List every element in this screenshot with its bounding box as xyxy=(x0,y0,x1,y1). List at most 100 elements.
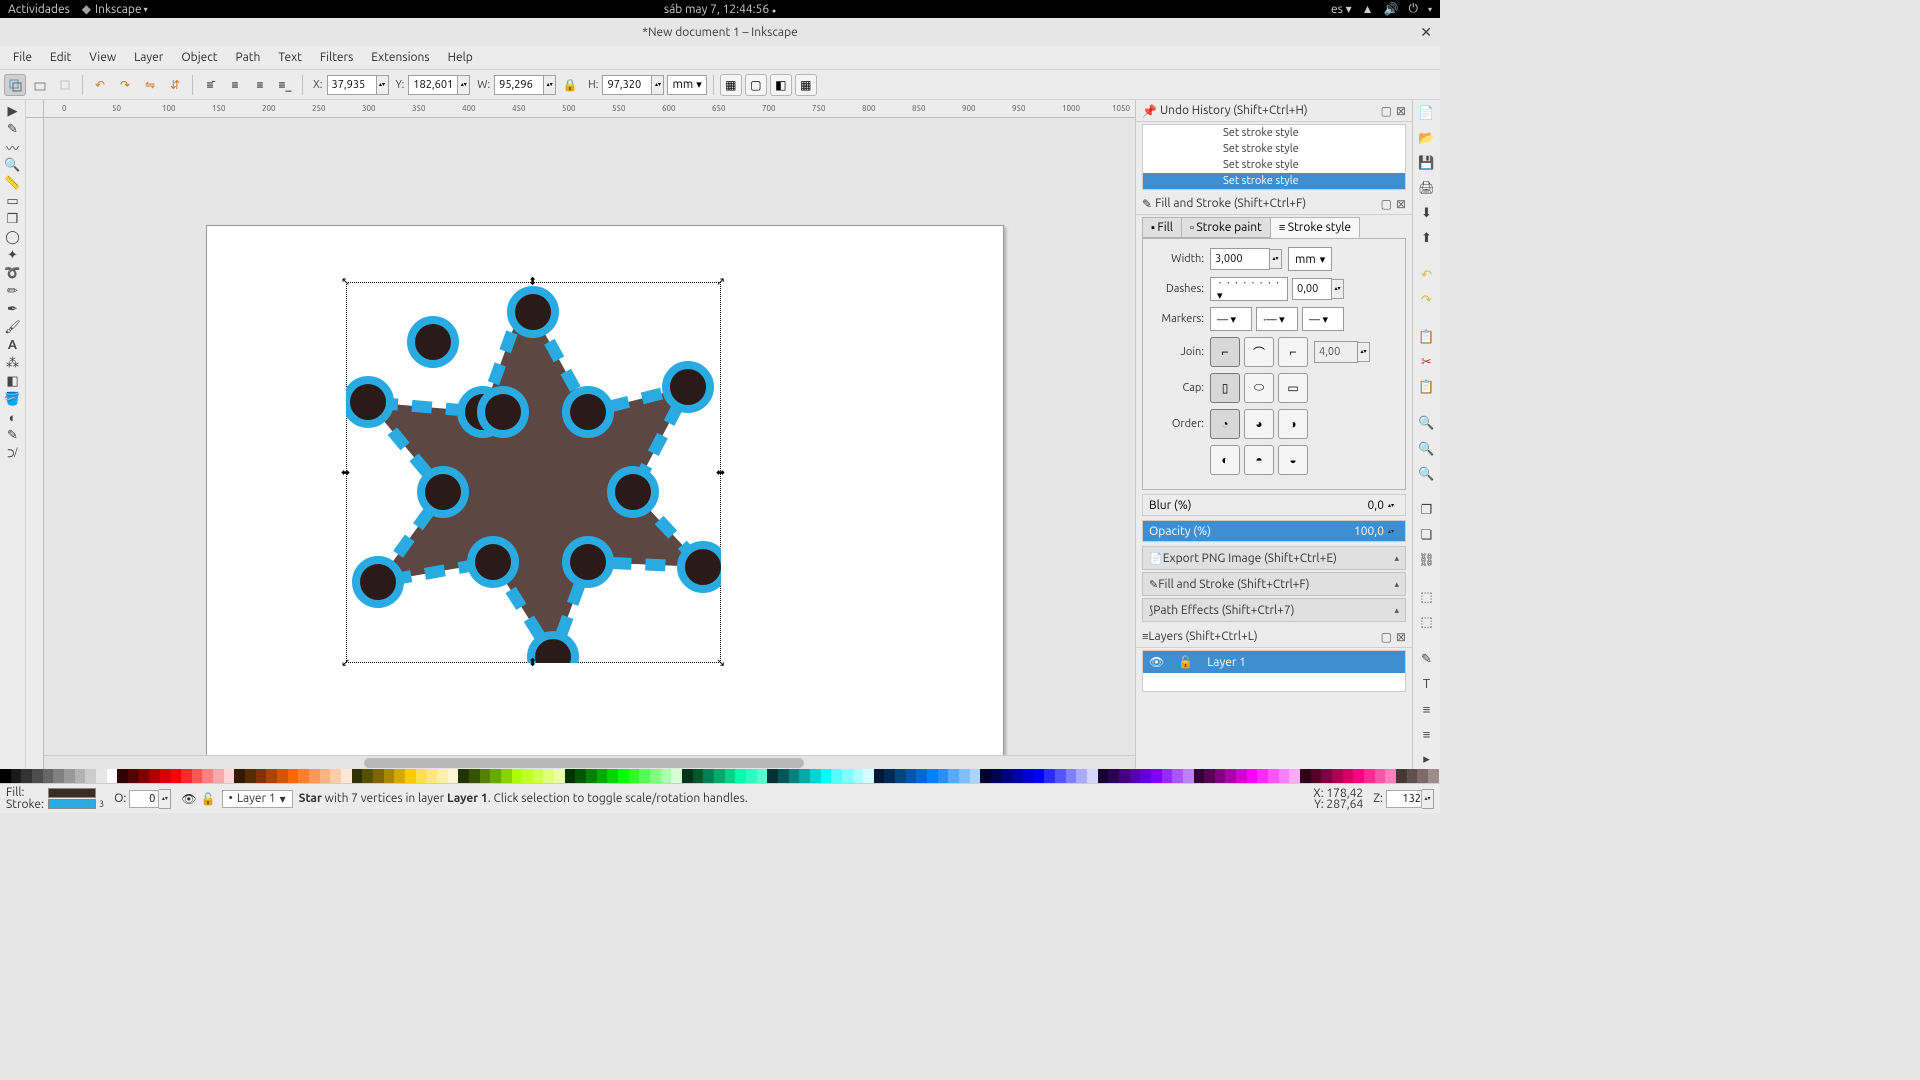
palette-swatch[interactable] xyxy=(192,769,203,783)
palette-swatch[interactable] xyxy=(1119,769,1130,783)
star-tool-icon[interactable]: ✦ xyxy=(2,246,24,264)
palette-swatch[interactable] xyxy=(1151,769,1162,783)
cap-butt-icon[interactable]: ▯ xyxy=(1210,373,1240,403)
panel-minimize-icon[interactable]: ▢ xyxy=(1381,630,1392,644)
palette-swatch[interactable] xyxy=(309,769,320,783)
w-input[interactable] xyxy=(494,75,544,95)
fill-stroke-panel-header[interactable]: ✎ Fill and Stroke (Shift+Ctrl+F)▴ xyxy=(1142,572,1406,596)
palette-swatch[interactable] xyxy=(362,769,373,783)
text-editor-icon[interactable]: T xyxy=(1417,675,1437,694)
ungroup-icon[interactable]: ⬚ xyxy=(1417,613,1437,632)
blur-row[interactable]: Blur (%)0,0▴▾ xyxy=(1142,494,1406,516)
palette-swatch[interactable] xyxy=(1087,769,1098,783)
panel-minimize-icon[interactable]: ▢ xyxy=(1381,104,1392,118)
join-round-icon[interactable]: ⌒ xyxy=(1244,337,1274,367)
tab-stroke-style[interactable]: ≡ Stroke style xyxy=(1270,217,1360,238)
marker-start-select[interactable]: — ▾ xyxy=(1210,307,1252,331)
palette-swatch[interactable] xyxy=(629,769,640,783)
palette-swatch[interactable] xyxy=(21,769,32,783)
menu-edit[interactable]: Edit xyxy=(41,48,80,67)
palette-swatch[interactable] xyxy=(53,769,64,783)
tab-fill[interactable]: ▪ Fill xyxy=(1142,217,1182,238)
w-spin[interactable]: ▴▾ xyxy=(544,75,556,95)
select-same-icon[interactable] xyxy=(29,74,51,96)
palette-swatch[interactable] xyxy=(607,769,618,783)
h-spin[interactable]: ▴▾ xyxy=(652,75,664,95)
zoom-spin[interactable]: ▴▾ xyxy=(1422,789,1434,809)
menu-path[interactable]: Path xyxy=(227,48,270,67)
palette-swatch[interactable] xyxy=(1289,769,1300,783)
affect-corners-icon[interactable]: ▢ xyxy=(745,74,767,96)
palette-swatch[interactable] xyxy=(703,769,714,783)
layer-name[interactable]: Layer 1 xyxy=(1207,656,1246,669)
ruler-horizontal[interactable]: 0501001502002503003504004505005506006507… xyxy=(44,100,1135,118)
palette-swatch[interactable] xyxy=(490,769,501,783)
import-icon[interactable]: ⬇ xyxy=(1417,204,1437,223)
cut-icon[interactable]: ✂ xyxy=(1417,353,1437,372)
palette-swatch[interactable] xyxy=(597,769,608,783)
selection-handle-w[interactable]: ⬌ xyxy=(341,468,352,479)
palette-swatch[interactable] xyxy=(1172,769,1183,783)
selection-handle-n[interactable]: ⬍ xyxy=(528,277,539,288)
palette-swatch[interactable] xyxy=(639,769,650,783)
palette-swatch[interactable] xyxy=(1012,769,1023,783)
palette-swatch[interactable] xyxy=(874,769,885,783)
palette-swatch[interactable] xyxy=(458,769,469,783)
affect-pattern-icon[interactable]: ▦ xyxy=(795,74,817,96)
palette-swatch[interactable] xyxy=(1257,769,1268,783)
palette-swatch[interactable] xyxy=(661,769,672,783)
palette-swatch[interactable] xyxy=(853,769,864,783)
palette-swatch[interactable] xyxy=(810,769,821,783)
order-1-icon[interactable]: ◔ xyxy=(1210,409,1240,439)
order-4-icon[interactable]: ◐ xyxy=(1210,445,1240,475)
palette-swatch[interactable] xyxy=(160,769,171,783)
palette-swatch[interactable] xyxy=(1364,769,1375,783)
palette-swatch[interactable] xyxy=(469,769,480,783)
deselect-icon[interactable] xyxy=(54,74,76,96)
ruler-vertical[interactable] xyxy=(26,118,44,769)
selection-handle-e[interactable]: ⬌ xyxy=(716,468,727,479)
marker-mid-select[interactable]: ·— ▾ xyxy=(1256,307,1298,331)
palette-swatch[interactable] xyxy=(1428,769,1439,783)
menu-view[interactable]: View xyxy=(80,48,125,67)
zoom-tool-icon[interactable]: 🔍 xyxy=(2,156,24,174)
layer-select[interactable]: • Layer 1 ▾ xyxy=(222,790,293,808)
palette-swatch[interactable] xyxy=(1055,769,1066,783)
palette-swatch[interactable] xyxy=(554,769,565,783)
palette-swatch[interactable] xyxy=(938,769,949,783)
palette-swatch[interactable] xyxy=(1321,769,1332,783)
palette-swatch[interactable] xyxy=(821,769,832,783)
opacity-row[interactable]: Opacity (%)100,0▴▾ xyxy=(1142,520,1406,542)
palette-swatch[interactable] xyxy=(128,769,139,783)
star-object[interactable] xyxy=(346,282,721,663)
palette-swatch[interactable] xyxy=(1215,769,1226,783)
palette-swatch[interactable] xyxy=(96,769,107,783)
rotate-ccw-icon[interactable]: ↶ xyxy=(89,74,111,96)
menu-help[interactable]: Help xyxy=(439,48,482,67)
palette-swatch[interactable] xyxy=(1162,769,1173,783)
h-input[interactable] xyxy=(602,75,652,95)
palette-swatch[interactable] xyxy=(746,769,757,783)
flip-v-icon[interactable]: ⇵ xyxy=(164,74,186,96)
palette-swatch[interactable] xyxy=(1407,769,1418,783)
menu-layer[interactable]: Layer xyxy=(125,48,172,67)
spray-tool-icon[interactable]: ⁂ xyxy=(2,354,24,372)
palette-swatch[interactable] xyxy=(202,769,213,783)
cap-round-icon[interactable]: ⬭ xyxy=(1244,373,1274,403)
selection-handle-se[interactable]: ↘ xyxy=(716,658,727,669)
palette-swatch[interactable] xyxy=(1098,769,1109,783)
palette-swatch[interactable] xyxy=(789,769,800,783)
palette-swatch[interactable] xyxy=(448,769,459,783)
palette-swatch[interactable] xyxy=(735,769,746,783)
new-doc-icon[interactable]: 📄 xyxy=(1417,104,1437,123)
zoom-input[interactable] xyxy=(1386,790,1422,808)
palette-swatch[interactable] xyxy=(906,769,917,783)
zoom-fit-icon[interactable]: 🔍 xyxy=(1417,414,1437,433)
palette-swatch[interactable] xyxy=(416,769,427,783)
rect-tool-icon[interactable]: ▭ xyxy=(2,192,24,210)
join-miter-icon[interactable]: ⌐ xyxy=(1210,337,1240,367)
dash-offset-spin[interactable]: ▴▾ xyxy=(1332,279,1344,299)
palette-swatch[interactable] xyxy=(1066,769,1077,783)
palette-swatch[interactable] xyxy=(1130,769,1141,783)
undo-item[interactable]: Set stroke style xyxy=(1143,157,1405,173)
